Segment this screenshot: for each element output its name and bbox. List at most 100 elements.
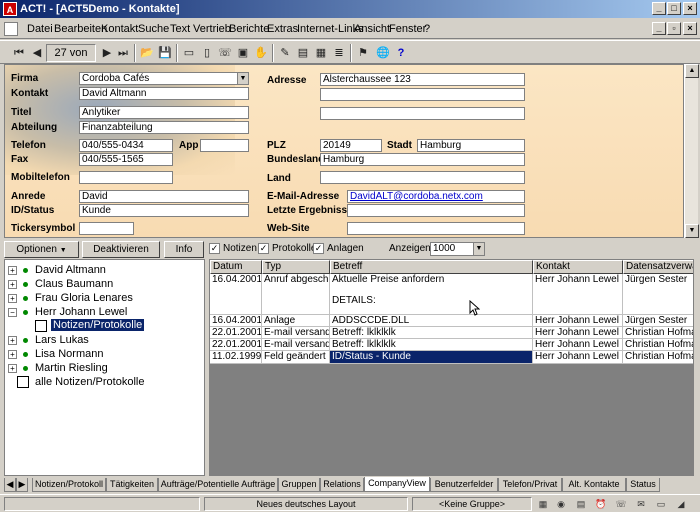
- deaktivieren-button[interactable]: Deaktivieren: [82, 241, 160, 258]
- lookup-icon[interactable]: ▣: [234, 44, 252, 62]
- expand-icon[interactable]: +: [8, 336, 17, 345]
- land-field[interactable]: [320, 171, 525, 184]
- tree-item[interactable]: − Herr Johann Lewel: [5, 305, 200, 319]
- telefon-field[interactable]: 040/555-0434: [79, 139, 173, 152]
- protokolle-checkbox[interactable]: ✓: [258, 243, 269, 254]
- task-icon[interactable]: ▤: [574, 497, 588, 511]
- table-cell-selected[interactable]: ID/Status - Kunde: [330, 351, 533, 364]
- child-minimize-button[interactable]: _: [652, 22, 666, 35]
- menu-bearbeiten[interactable]: Bearbeiten: [54, 23, 107, 35]
- tree-item[interactable]: alle Notizen/Protokolle: [5, 375, 200, 389]
- table-cell[interactable]: Christian Hofmann: [623, 327, 693, 339]
- menu-kontakt[interactable]: Kontakt: [101, 23, 138, 35]
- table-cell[interactable]: ADDSCCDE.DLL: [330, 315, 533, 327]
- layout-selector[interactable]: Neues deutsches Layout: [204, 497, 408, 511]
- table-cell[interactable]: 22.01.2001: [210, 327, 262, 339]
- tab-status[interactable]: Status: [626, 478, 660, 492]
- tab-benutzerfelder[interactable]: Benutzerfelder: [430, 478, 498, 492]
- table-cell[interactable]: 22.01.2001: [210, 339, 262, 351]
- idstatus-field[interactable]: Kunde: [79, 204, 249, 217]
- expand-icon[interactable]: +: [8, 280, 17, 289]
- group-icon[interactable]: ⚑: [354, 44, 372, 62]
- table-cell[interactable]: Feld geändert: [262, 351, 330, 364]
- kontakt-field[interactable]: David Altmann: [79, 87, 249, 100]
- last-record-icon[interactable]: ⏭: [114, 44, 132, 62]
- tree-item[interactable]: + Martin Riesling: [5, 361, 200, 375]
- tab-taetigkeiten[interactable]: Tätigkeiten: [106, 478, 158, 492]
- menu-fenster[interactable]: Fenster: [389, 23, 426, 35]
- tab-telefon-privat[interactable]: Telefon/Privat: [498, 478, 562, 492]
- table-cell[interactable]: Christian Hofmann: [623, 351, 693, 364]
- table-cell[interactable]: Aktuelle Preise anfordern DETAILS:: [330, 274, 533, 315]
- bundesland-field[interactable]: Hamburg: [320, 153, 525, 166]
- save-icon[interactable]: 💾: [156, 44, 174, 62]
- phone-icon[interactable]: ☏: [614, 497, 628, 511]
- info-button[interactable]: Info: [164, 241, 204, 258]
- open-folder-icon[interactable]: 📂: [138, 44, 156, 62]
- maximize-button[interactable]: □: [667, 2, 681, 15]
- anrede-field[interactable]: David: [79, 190, 249, 203]
- phone-icon[interactable]: ☏: [216, 44, 234, 62]
- chevron-down-icon[interactable]: ▼: [237, 73, 248, 84]
- column-header[interactable]: Datensatzverwalter: [623, 260, 693, 274]
- tree-item[interactable]: + Claus Baumann: [5, 277, 200, 291]
- menu-berichte[interactable]: Berichte: [229, 23, 269, 35]
- help-icon[interactable]: ?: [392, 44, 410, 62]
- optionen-button[interactable]: Optionen ▼: [4, 241, 79, 258]
- adresse-field-1[interactable]: Alsterchaussee 123: [320, 73, 525, 86]
- menu-text[interactable]: Text: [170, 23, 190, 35]
- table-cell[interactable]: Herr Johann Lewel: [533, 339, 623, 351]
- list-icon[interactable]: ≣: [330, 44, 348, 62]
- notizen-checkbox[interactable]: ✓: [209, 243, 220, 254]
- plz-field[interactable]: 20149: [320, 139, 382, 152]
- scroll-up-icon[interactable]: ▲: [685, 64, 699, 78]
- alarm-icon[interactable]: ⏰: [594, 497, 608, 511]
- first-record-icon[interactable]: ⏮: [10, 44, 28, 62]
- table-cell[interactable]: 11.02.1999: [210, 351, 262, 364]
- ticker-field[interactable]: [79, 222, 134, 235]
- tree-item[interactable]: + David Altmann: [5, 263, 200, 277]
- new-contact-icon[interactable]: ▭: [180, 44, 198, 62]
- print-icon[interactable]: ▭: [654, 497, 668, 511]
- table-cell[interactable]: Betreff: lklklklk: [330, 339, 533, 351]
- contacts-icon[interactable]: ◉: [554, 497, 568, 511]
- edit-icon[interactable]: ✎: [276, 44, 294, 62]
- tab-relations[interactable]: Relations: [320, 478, 364, 492]
- titel-field[interactable]: Anlytiker: [79, 106, 249, 119]
- child-close-button[interactable]: ×: [683, 22, 697, 35]
- collapse-icon[interactable]: −: [8, 308, 17, 317]
- email-field[interactable]: DavidALT@cordoba.netx.com: [347, 190, 525, 203]
- table-cell[interactable]: Anruf abgeschlos:: [262, 274, 330, 315]
- form-scrollbar[interactable]: ▲ ▼: [684, 64, 699, 238]
- tree-item[interactable]: Notizen/Protokolle: [5, 319, 200, 333]
- expand-icon[interactable]: +: [8, 350, 17, 359]
- menu-vertrieb[interactable]: Vertrieb: [193, 23, 231, 35]
- tab-notizen-protokoll[interactable]: Notizen/Protokoll: [32, 478, 106, 492]
- menu-extras[interactable]: Extras: [267, 23, 298, 35]
- menu-ansicht[interactable]: Ansicht: [354, 23, 390, 35]
- table-cell[interactable]: 16.04.2001: [210, 274, 262, 315]
- expand-icon[interactable]: +: [8, 294, 17, 303]
- stadt-field[interactable]: Hamburg: [417, 139, 525, 152]
- group-selector[interactable]: <Keine Gruppe>: [412, 497, 532, 511]
- table-cell[interactable]: Jürgen Sester: [623, 274, 693, 315]
- column-header[interactable]: Typ: [262, 260, 330, 274]
- table-cell[interactable]: Betreff: lklklklk: [330, 327, 533, 339]
- table-cell[interactable]: Herr Johann Lewel: [533, 315, 623, 327]
- menu-suche[interactable]: Suche: [138, 23, 169, 35]
- table-cell[interactable]: E-mail versand: [262, 339, 330, 351]
- tab-alt-kontakte[interactable]: Alt. Kontakte: [562, 478, 626, 492]
- hand-icon[interactable]: ✋: [252, 44, 270, 62]
- table-cell[interactable]: 16.04.2001: [210, 315, 262, 327]
- chevron-down-icon[interactable]: ▼: [473, 243, 484, 255]
- tree-item[interactable]: + Lars Lukas: [5, 333, 200, 347]
- calendar-icon[interactable]: ▦: [536, 497, 550, 511]
- menu-datei[interactable]: Datei: [27, 23, 53, 35]
- tree-item[interactable]: + Lisa Normann: [5, 347, 200, 361]
- minimize-button[interactable]: _: [652, 2, 666, 15]
- tab-auftraege[interactable]: Aufträge/Potentielle Aufträge: [158, 478, 278, 492]
- firma-field[interactable]: Cordoba Cafés ▼: [79, 72, 249, 85]
- table-cell[interactable]: Anlage: [262, 315, 330, 327]
- note-icon[interactable]: ▤: [294, 44, 312, 62]
- column-header[interactable]: Kontakt: [533, 260, 623, 274]
